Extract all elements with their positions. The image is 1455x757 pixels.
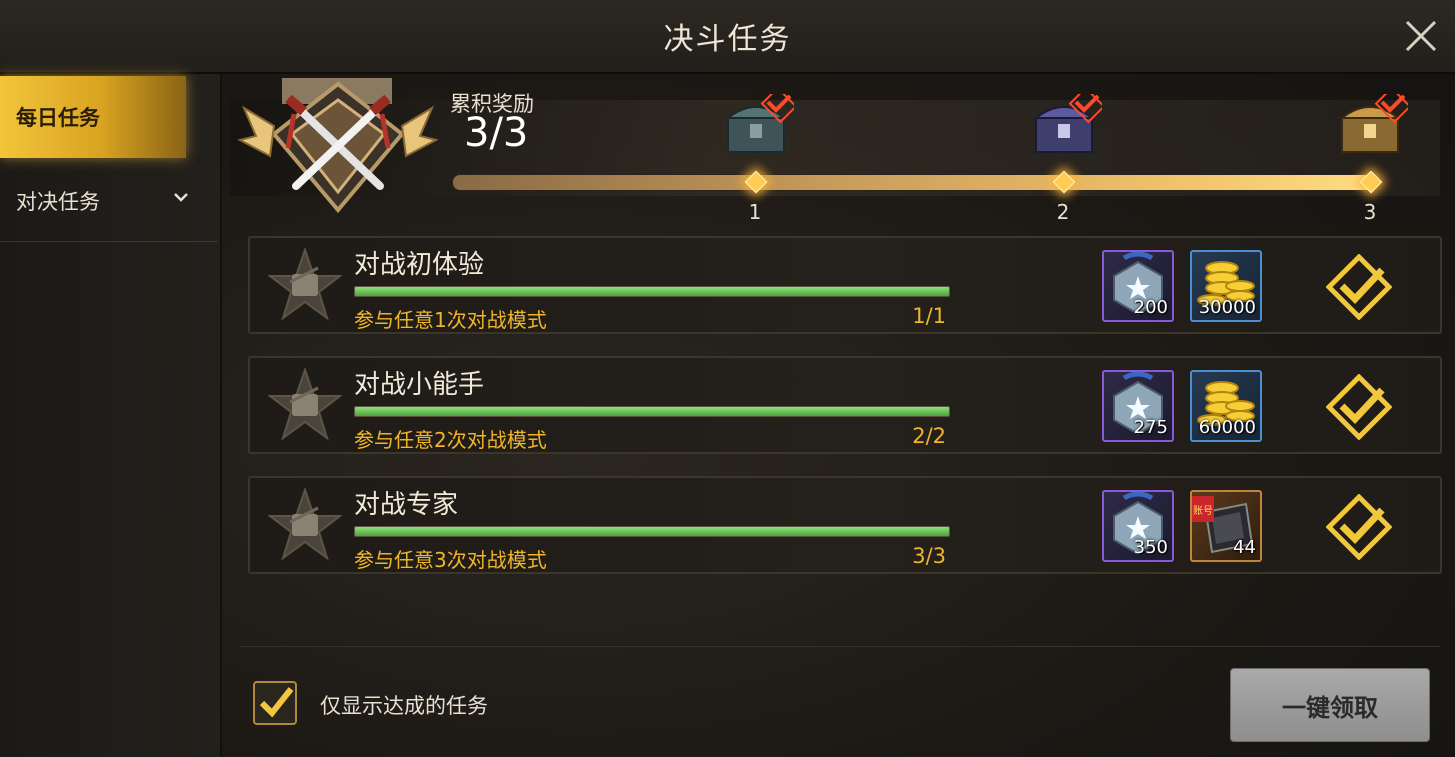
claimed-check-icon <box>1326 374 1392 440</box>
reward-quantity: 44 <box>1233 537 1256 558</box>
reward-progress-bar <box>452 174 1374 191</box>
task-progress-bar <box>354 286 950 297</box>
sidebar: 每日任务 对决任务 <box>0 74 222 757</box>
reward-item-slot[interactable]: 账号 44 <box>1190 490 1262 562</box>
show-completed-checkbox[interactable] <box>253 681 297 725</box>
checkmark-icon <box>259 687 294 718</box>
task-row: 对战初体验 参与任意1次对战模式 1/1 200 30000 <box>248 236 1442 334</box>
purple-chest-icon <box>1033 86 1106 153</box>
footer-divider <box>240 646 1440 647</box>
task-description: 参与任意1次对战模式 <box>354 308 547 332</box>
tab-daily-tasks[interactable]: 每日任务 <box>0 76 186 158</box>
task-name: 对战小能手 <box>354 370 485 400</box>
close-button[interactable] <box>1403 18 1439 54</box>
milestone-number-3: 3 <box>1363 200 1377 224</box>
tab-duel-tasks[interactable]: 对决任务 <box>0 160 218 242</box>
milestone-number-2: 2 <box>1056 200 1070 224</box>
tab-label: 对决任务 <box>16 189 100 214</box>
milestone-chest-2[interactable] <box>1030 86 1106 158</box>
teal-chest-icon <box>725 86 798 153</box>
task-progress-count: 2/2 <box>912 424 946 448</box>
task-description: 参与任意3次对战模式 <box>354 548 547 572</box>
gold-chest-icon <box>1339 86 1412 153</box>
reward-item-slot[interactable]: 275 <box>1102 370 1174 442</box>
reward-quantity: 200 <box>1133 297 1168 318</box>
milestone-chest-3[interactable] <box>1336 86 1412 158</box>
task-progress-fill <box>355 527 949 536</box>
page-title: 决斗任务 <box>663 22 792 57</box>
claimed-check-icon <box>1326 494 1392 560</box>
milestone-chest-1[interactable] <box>722 86 798 158</box>
task-progress-fill <box>355 287 949 296</box>
ticket-badge-text: 账号 <box>1193 505 1213 517</box>
reward-item-slot[interactable]: 60000 <box>1190 370 1262 442</box>
reward-quantity: 275 <box>1133 417 1168 438</box>
crossed-swords-medal-icon <box>237 78 439 214</box>
reward-item-slot[interactable]: 350 <box>1102 490 1174 562</box>
task-description: 参与任意2次对战模式 <box>354 428 547 452</box>
reward-quantity: 350 <box>1133 537 1168 558</box>
accumulated-reward-count: 3/3 <box>464 110 529 156</box>
task-progress-bar <box>354 526 950 537</box>
task-progress-bar <box>354 406 950 417</box>
duel-tasks-window: 决斗任务 每日任务 对决任务 累积奖励 3/3 1 2 3 对战初体验 参与任意… <box>0 0 1455 757</box>
tab-label: 每日任务 <box>16 106 100 130</box>
task-name: 对战专家 <box>354 490 459 520</box>
task-name: 对战初体验 <box>354 250 485 280</box>
title-bar: 决斗任务 <box>0 0 1455 74</box>
reward-quantity: 60000 <box>1198 417 1256 438</box>
star-scroll-emblem-icon <box>268 368 342 441</box>
star-scroll-emblem-icon <box>268 488 342 561</box>
reward-quantity: 30000 <box>1198 297 1256 318</box>
reward-progress-fill <box>453 175 1373 190</box>
star-scroll-emblem-icon <box>268 248 342 321</box>
task-row: 对战小能手 参与任意2次对战模式 2/2 275 60000 <box>248 356 1442 454</box>
task-progress-count: 3/3 <box>912 544 946 568</box>
chevron-down-icon <box>174 193 188 202</box>
task-progress-fill <box>355 407 949 416</box>
task-row: 对战专家 参与任意3次对战模式 3/3 350 账号 44 <box>248 476 1442 574</box>
claimed-check-icon <box>1326 254 1392 320</box>
reward-item-slot[interactable]: 200 <box>1102 250 1174 322</box>
show-completed-label: 仅显示达成的任务 <box>320 694 488 718</box>
reward-item-slot[interactable]: 30000 <box>1190 250 1262 322</box>
milestone-number-1: 1 <box>748 200 762 224</box>
close-icon <box>1405 20 1437 52</box>
task-progress-count: 1/1 <box>912 304 946 328</box>
claim-all-button[interactable]: 一键领取 <box>1230 668 1430 742</box>
